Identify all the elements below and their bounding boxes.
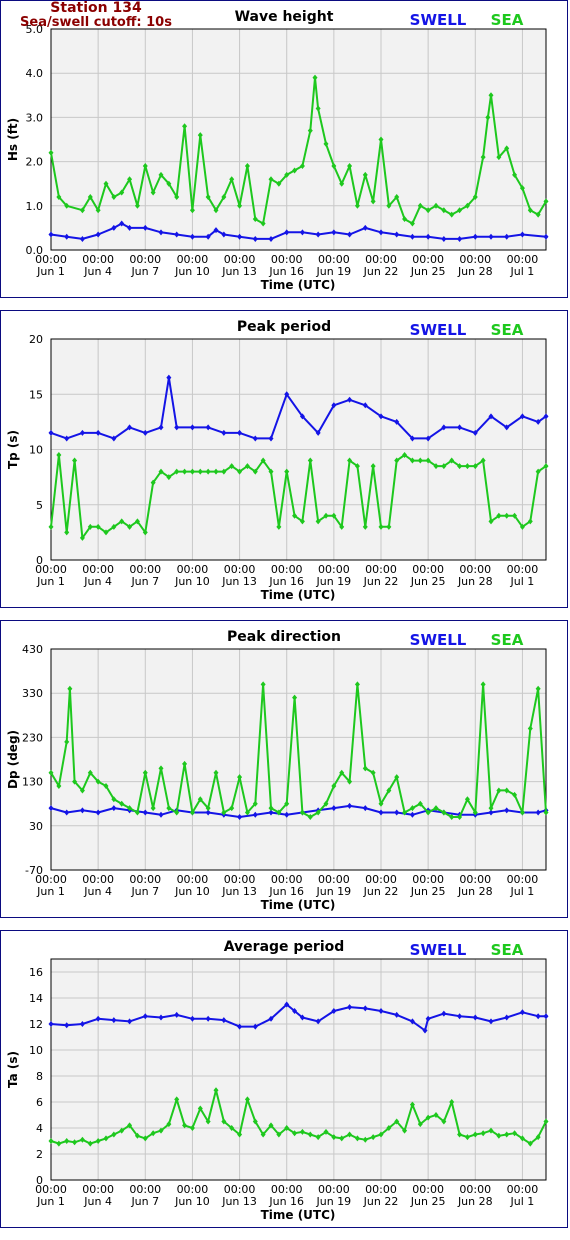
y-tick-label: 12 <box>29 1018 43 1031</box>
y-tick-label: 10 <box>29 1044 43 1057</box>
x-tick-date: Jun 22 <box>363 1195 399 1208</box>
x-axis-label: Time (UTC) <box>261 588 336 602</box>
x-tick-date: Jun 4 <box>83 885 112 898</box>
x-tick-date: Jun 1 <box>36 265 65 278</box>
y-tick-label: 430 <box>22 643 43 656</box>
x-tick-date: Jun 25 <box>410 265 446 278</box>
x-tick-date: Jun 13 <box>221 885 257 898</box>
x-tick-date: Jun 4 <box>83 1195 112 1208</box>
x-tick-date: Jun 22 <box>363 265 399 278</box>
legend-swell: SWELL <box>410 321 467 339</box>
peak-period-chart: 0510152000:00Jun 100:00Jun 400:00Jun 700… <box>6 319 549 602</box>
x-tick-date: Jul 1 <box>510 1195 535 1208</box>
legend-swell: SWELL <box>410 631 467 649</box>
peak-direction-chart: -703013023033043000:00Jun 100:00Jun 400:… <box>6 629 549 912</box>
y-tick-label: 1.0 <box>26 200 44 213</box>
wave-height-panel: 0.0 1.0 2.0 3.0 4.0 5.0 00:00 Jun 1 00:00 Jun 4 00… <box>0 0 568 298</box>
y-tick-label: 330 <box>22 687 43 700</box>
plot-area <box>50 28 547 251</box>
y-tick-label: 15 <box>29 388 43 401</box>
x-tick-date: Jun 25 <box>410 885 446 898</box>
y-axis-label: Tp (s) <box>6 430 20 469</box>
legend-sea: SEA <box>491 941 524 959</box>
x-tick-date: Jun 16 <box>268 1195 304 1208</box>
x-tick-date: Jun 13 <box>221 575 257 588</box>
y-tick-label: 8 <box>36 1070 43 1083</box>
x-tick-date: Jun 19 <box>316 1195 352 1208</box>
y-tick-label: 16 <box>29 966 43 979</box>
x-tick-date: Jun 22 <box>363 575 399 588</box>
y-tick-label: 20 <box>29 333 43 346</box>
x-tick-date: Jun 7 <box>130 265 159 278</box>
y-tick-label: 4 <box>36 1122 43 1135</box>
x-tick-date: Jun 19 <box>316 265 352 278</box>
x-axis-label: Time (UTC) <box>261 898 336 912</box>
y-tick-label: 6 <box>36 1096 43 1109</box>
y-tick-label: 4.0 <box>26 67 44 80</box>
legend-sea: SEA <box>491 11 524 29</box>
y-tick-label: 10 <box>29 444 43 457</box>
peak-direction-panel: -70 30 130 230 330 430 00:00 Jun 1 00:00 Jun 4 00:… <box>0 620 568 918</box>
x-tick-date: Jun 19 <box>316 575 352 588</box>
x-tick-date: Jul 1 <box>510 265 535 278</box>
chart-title: Wave height <box>235 9 334 25</box>
average-period-panel: 0 2 4 6 8 10 12 14 16 00:00 Jun 1 00:00 Jun 4 00:00 Ju… <box>0 930 568 1228</box>
y-tick-label: 14 <box>29 992 43 1005</box>
y-axis-label: Dp (deg) <box>6 730 20 789</box>
y-tick-label: 2 <box>36 1148 43 1161</box>
x-tick-date: Jun 4 <box>83 575 112 588</box>
plot-area <box>50 958 547 1181</box>
y-tick-label: 130 <box>22 776 43 789</box>
x-tick-date: Jun 16 <box>268 575 304 588</box>
legend-sea: SEA <box>491 631 524 649</box>
x-tick-date: Jun 10 <box>174 575 210 588</box>
x-tick-date: Jun 28 <box>457 885 493 898</box>
x-tick-date: Jun 28 <box>457 265 493 278</box>
x-tick-date: Jun 4 <box>83 265 112 278</box>
average-period-chart: 024681012141600:00Jun 100:00Jun 400:00Ju… <box>6 939 549 1222</box>
y-tick-label: 230 <box>22 731 43 744</box>
x-tick-date: Jun 1 <box>36 1195 65 1208</box>
y-tick-label: 5 <box>36 499 43 512</box>
x-tick-date: Jun 16 <box>268 885 304 898</box>
x-axis-label: Time (UTC) <box>261 1208 336 1222</box>
x-tick-date: Jun 25 <box>410 1195 446 1208</box>
x-tick-date: Jun 22 <box>363 885 399 898</box>
x-tick-date: Jul 1 <box>510 885 535 898</box>
chart-title: Peak period <box>237 319 331 335</box>
cutoff-label: Sea/swell cutoff: 10s <box>20 15 172 30</box>
x-tick-date: Jun 13 <box>221 1195 257 1208</box>
y-tick-label: 2.0 <box>26 156 44 169</box>
x-tick-date: Jun 16 <box>268 265 304 278</box>
y-tick-label: 30 <box>29 820 43 833</box>
x-tick-date: Jun 7 <box>130 885 159 898</box>
legend-swell: SWELL <box>410 941 467 959</box>
x-tick-date: Jun 19 <box>316 885 352 898</box>
x-tick-date: Jun 25 <box>410 575 446 588</box>
x-tick-date: Jun 10 <box>174 885 210 898</box>
x-tick-date: Jun 28 <box>457 1195 493 1208</box>
peak-period-panel: 0 5 10 15 20 00:00 Jun 1 00:00 Jun 4 00:00 Jun 7 00… <box>0 310 568 608</box>
x-tick-date: Jul 1 <box>510 575 535 588</box>
x-tick-date: Jun 1 <box>36 885 65 898</box>
wave-height-chart: 0.01.02.03.04.05.000:00Jun 100:00Jun 400… <box>6 9 549 292</box>
x-tick-date: Jun 7 <box>130 1195 159 1208</box>
chart-title: Peak direction <box>227 629 341 645</box>
x-tick-date: Jun 10 <box>174 1195 210 1208</box>
y-axis-label: Ta (s) <box>6 1051 20 1088</box>
x-tick-date: Jun 7 <box>130 575 159 588</box>
x-tick-date: Jun 13 <box>221 265 257 278</box>
x-axis-label: Time (UTC) <box>261 278 336 292</box>
legend-sea: SEA <box>491 321 524 339</box>
y-tick-label: 3.0 <box>26 111 44 124</box>
x-tick-date: Jun 1 <box>36 575 65 588</box>
chart-title: Average period <box>224 939 345 955</box>
x-tick-date: Jun 28 <box>457 575 493 588</box>
station-title: Station 134 <box>50 0 142 16</box>
legend-swell: SWELL <box>410 11 467 29</box>
y-axis-label: Hs (ft) <box>6 118 20 161</box>
x-tick-date: Jun 10 <box>174 265 210 278</box>
